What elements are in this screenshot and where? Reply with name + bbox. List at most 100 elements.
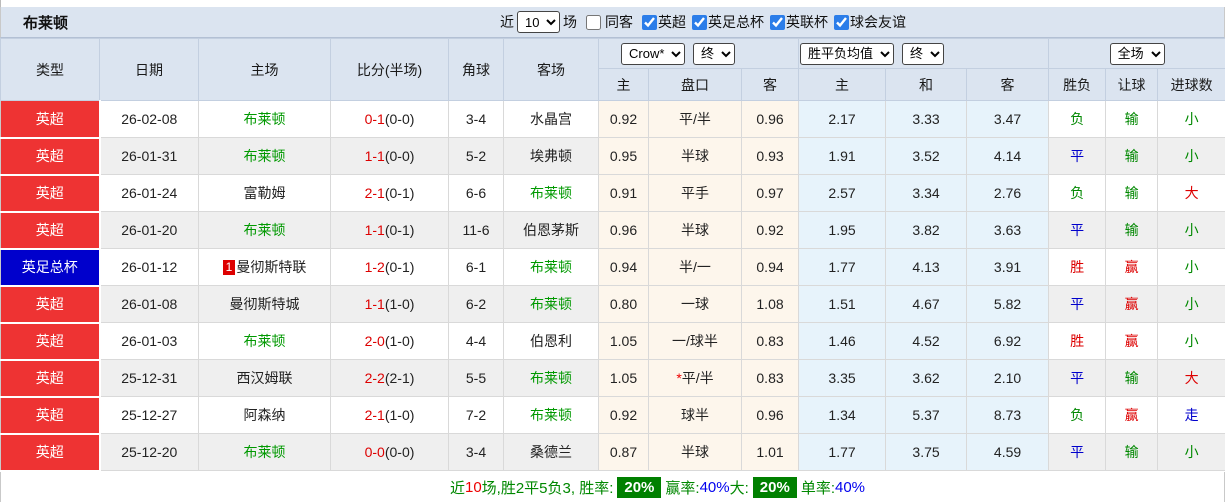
table-row: 英超 25-12-31 西汉姆联 2-2(2-1) 5-5 布莱顿 1.05 *平/半 0.83… [0,359,1225,398]
europe-draw-odds: 5.37 [885,396,968,434]
handicap-line-text: 一球 [681,296,709,312]
table-row: 英超 26-01-24 富勒姆 2-1(0-1) 6-6 布莱顿 0.91 平手 0.97 2.5… [0,174,1225,213]
asian-handicap-line: 半/一 [648,248,742,286]
europe-away-odds: 2.10 [966,359,1050,397]
home-team-name: 布莱顿 [243,111,286,127]
league-badge: 英超 [0,322,101,361]
summary-text: 40% [699,479,730,496]
asian-away-odds: 0.94 [741,248,800,286]
asian-home-odds: 0.94 [598,248,649,286]
full-time-score: 0-0 [364,444,385,460]
half-time-score: (0-0) [384,111,415,127]
europe-away-odds: 3.63 [966,211,1050,249]
asian-away-odds: 1.08 [741,285,800,323]
goals-result: 小 [1157,137,1225,175]
recent-count-select[interactable]: 10 [517,11,560,33]
league-filter-label: 英超 [658,14,686,30]
league-filter-label: 英足总杯 [708,14,764,30]
table-row: 英超 25-12-27 阿森纳 2-1(1-0) 7-2 布莱顿 0.92 球半 0.96 1.3… [0,396,1225,435]
half-time-score: (0-0) [384,444,415,460]
toolbar: 布莱顿 近 10 场 同客 英超 英足总杯 英联杯 球会友谊 [0,7,1225,38]
full-time-score: 2-0 [364,333,385,349]
match-result: 平 [1048,359,1107,397]
table-row: 英超 26-01-08 曼彻斯特城 1-1(1-0) 6-2 布莱顿 0.80 一球 1.08 1… [0,285,1225,324]
asian-home-odds: 0.87 [598,433,649,471]
half-time-score: (2-1) [384,370,415,386]
home-team-name: 布莱顿 [243,148,286,164]
asian-handicap-line: 平/半 [648,100,742,138]
league-badge: 英超 [0,433,101,472]
home-team: 布莱顿 [198,211,331,249]
europe-draw-odds: 3.82 [885,211,968,249]
europe-away-odds: 3.47 [966,100,1050,138]
league-badge: 英超 [0,359,101,398]
home-rank-badge: 1 [222,260,236,275]
full-time-score: 2-1 [364,185,385,201]
asian-home-odds: 0.92 [598,396,649,434]
league-filter-group: 英超 英足总杯 英联杯 球会友谊 [636,12,906,32]
match-date: 26-01-20 [99,211,199,249]
score-cell: 0-1(0-0) [330,100,449,138]
score-cell: 2-0(1-0) [330,322,449,360]
home-team: 布莱顿 [198,100,331,138]
subcol-goals: 进球数 [1157,68,1225,101]
europe-odds-type-select[interactable]: 胜平负均值 [800,42,895,65]
table-row: 英足总杯 26-01-12 1 曼彻斯特联 1-2(0-1) 6-1 布莱顿 0.94 半/一 0… [0,248,1225,287]
goals-result: 小 [1157,211,1225,249]
match-result: 平 [1048,211,1107,249]
match-date: 26-01-31 [99,137,199,175]
corners-cell: 3-4 [448,433,504,471]
match-date: 26-01-08 [99,285,199,323]
goals-result: 走 [1157,396,1225,434]
recent-label: 近 [500,14,514,30]
goals-result: 小 [1157,433,1225,471]
europe-draw-odds: 3.75 [885,433,968,471]
goals-result: 小 [1157,248,1225,286]
subcol-euro-home: 主 [798,68,887,101]
goals-result: 小 [1157,100,1225,138]
match-date: 25-12-20 [99,433,199,471]
home-team-name: 西汉姆联 [236,370,293,386]
europe-home-odds: 1.91 [798,137,887,175]
asian-home-odds: 0.92 [598,100,649,138]
subcol-asian-handicap: 盘口 [648,68,742,101]
corners-cell: 3-4 [448,100,504,138]
score-cell: 1-1(0-1) [330,211,449,249]
half-time-score: (0-1) [384,259,415,275]
half-time-score: (1-0) [384,296,415,312]
league-filter-checkbox[interactable] [692,14,707,30]
goals-result: 小 [1157,285,1225,323]
summary-text: 10 [464,479,482,496]
full-time-score: 1-1 [364,222,385,238]
handicap-result: 输 [1105,359,1159,397]
europe-draw-odds: 3.33 [885,100,968,138]
league-filter-checkbox[interactable] [834,14,849,30]
subcol-euro-away: 客 [966,68,1050,101]
league-filter-checkbox[interactable] [770,14,785,30]
col-header-score: 比分(半场) [330,38,449,101]
period-select[interactable]: 全场 [1109,42,1165,65]
handicap-line-text: 平/半 [679,111,711,127]
match-date: 26-01-24 [99,174,199,212]
europe-away-odds: 5.82 [966,285,1050,323]
home-team: 富勒姆 [198,174,331,212]
bookmaker-select[interactable]: Crow* [621,42,685,65]
same-opponent-checkbox[interactable] [586,14,601,30]
subcol-asian-away: 客 [740,68,800,101]
away-team: 埃弗顿 [503,137,599,175]
corners-cell: 6-1 [448,248,504,286]
header-select-row: 类型 日期 主场 比分(半场) 角球 客场 Crow* 终 胜平负均值 终 全场 [0,38,1225,101]
league-filter-checkbox[interactable] [642,14,657,30]
col-header-corners: 角球 [448,38,504,101]
asian-handicap-line: 一/球半 [648,322,742,360]
asian-odds-time-select[interactable]: 终 [693,42,735,65]
match-date: 26-01-03 [99,322,199,360]
europe-odds-time-select[interactable]: 终 [902,42,945,65]
league-badge: 英超 [0,100,101,139]
europe-home-odds: 2.57 [798,174,887,212]
full-time-score: 0-1 [364,111,385,127]
home-team-name: 曼彻斯特联 [236,259,307,275]
handicap-line-text: 球半 [681,407,709,423]
corners-cell: 7-2 [448,396,504,434]
europe-away-odds: 3.91 [966,248,1050,286]
